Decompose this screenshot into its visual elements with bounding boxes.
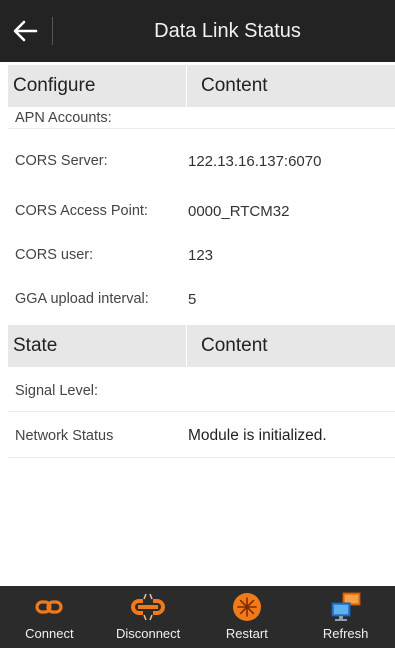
connect-label: Connect: [25, 626, 74, 641]
network-computers-icon: [331, 592, 361, 621]
row-cors-server: CORS Server: 122.13.16.137:6070: [8, 140, 395, 182]
state-header: State Content: [8, 325, 395, 367]
cors-server-label: CORS Server:: [15, 153, 108, 169]
row-apn-accounts: APN Accounts:: [8, 107, 395, 129]
cors-access-point-value: 0000_RTCM32: [188, 202, 290, 220]
row-network-status: Network Status Module is initialized.: [8, 414, 395, 458]
state-column-header: State: [13, 335, 58, 356]
disconnect-label: Disconnect: [115, 626, 181, 641]
broken-link-icon: [131, 593, 166, 621]
state-content-column-header: Content: [186, 325, 395, 367]
cors-server-value: 122.13.16.137:6070: [188, 152, 322, 170]
apn-accounts-label: APN Accounts:: [15, 109, 112, 126]
back-button[interactable]: [0, 0, 50, 62]
connect-button[interactable]: Connect: [0, 586, 99, 648]
link-icon: [35, 600, 63, 614]
configure-header: Configure Content: [8, 65, 395, 107]
cors-user-value: 123: [188, 246, 214, 264]
network-status-value: Module is initialized.: [188, 426, 327, 444]
row-cors-access-point: CORS Access Point: 0000_RTCM32: [8, 190, 395, 232]
signal-level-label: Signal Level:: [15, 382, 99, 399]
configure-column-header: Configure: [13, 75, 96, 96]
title-bar: Data Link Status: [0, 0, 395, 62]
page-title: Data Link Status: [154, 19, 301, 42]
restart-icon: [232, 593, 261, 621]
row-cors-user: CORS user: 123: [8, 234, 395, 276]
cors-user-label: CORS user:: [15, 247, 94, 263]
restart-label: Restart: [225, 626, 268, 641]
restart-button[interactable]: Restart: [198, 586, 297, 648]
content-column-header: Content: [186, 65, 395, 107]
row-signal-level: Signal Level:: [8, 370, 395, 412]
cors-access-point-label: CORS Access Point:: [15, 203, 148, 219]
row-gga-upload-interval: GGA upload interval: 5: [8, 278, 395, 320]
gga-upload-interval-label: GGA upload interval:: [15, 291, 149, 307]
bottom-toolbar: Connect Disconnect Restart Refresh: [0, 586, 395, 648]
back-arrow-icon: [13, 20, 38, 42]
refresh-label: Refresh: [322, 626, 369, 641]
gga-upload-interval-value: 5: [188, 290, 197, 308]
refresh-button[interactable]: Refresh: [296, 586, 395, 648]
disconnect-button[interactable]: Disconnect: [99, 586, 198, 648]
network-status-label: Network Status: [15, 427, 114, 444]
title-divider: [52, 17, 53, 45]
